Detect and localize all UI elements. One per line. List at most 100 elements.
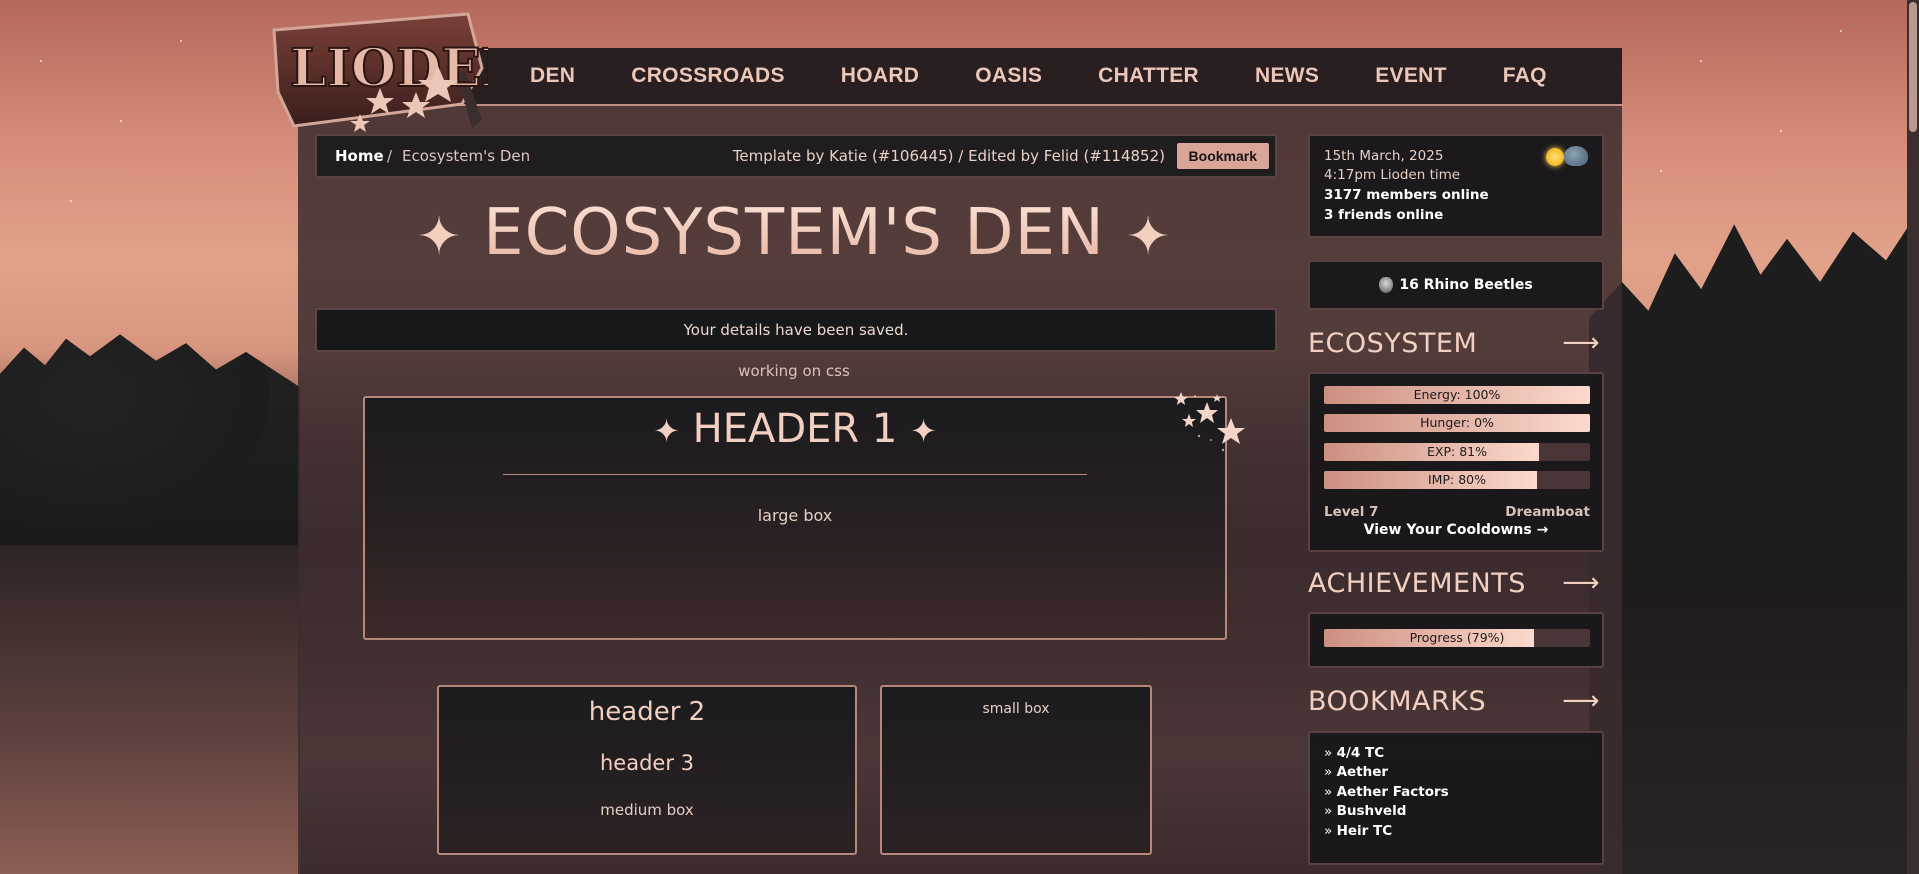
large-box-label: large box (757, 506, 833, 525)
bullet: » (1324, 764, 1333, 780)
time-panel: 15th March, 2025 4:17pm Lioden time 3177… (1308, 134, 1604, 238)
nav-den[interactable]: DEN (530, 64, 575, 88)
achievements-heading: ACHIEVEMENTS ⟶ (1308, 568, 1604, 599)
rank-text: Dreamboat (1505, 504, 1590, 520)
breadcrumb-bar: Home / Ecosystem's Den Template by Katie… (315, 134, 1277, 178)
nav-faq[interactable]: FAQ (1503, 64, 1547, 88)
exp-label: EXP: 81% (1427, 444, 1487, 459)
achievements-panel: Progress (79%) (1308, 612, 1604, 668)
sidebar: 15th March, 2025 4:17pm Lioden time 3177… (1308, 134, 1604, 874)
sparkle-icon: ✦ (417, 207, 462, 267)
logo-graphic: LIODEN (272, 12, 529, 132)
nav-oasis[interactable]: OASIS (975, 64, 1042, 88)
bookmark-label[interactable]: Aether Factors (1337, 784, 1449, 800)
imp-label: IMP: 80% (1428, 472, 1486, 487)
lake-left (0, 545, 300, 874)
bookmark-item[interactable]: » Aether (1324, 764, 1388, 780)
sun-icon (1546, 148, 1564, 166)
forest-left (0, 334, 300, 550)
bookmark-label[interactable]: Aether (1337, 764, 1388, 780)
star (70, 200, 72, 202)
energy-label: Energy: 100% (1413, 387, 1501, 402)
bookmark-item[interactable]: » Heir TC (1324, 823, 1392, 839)
achievement-progress-label: Progress (79%) (1409, 630, 1505, 645)
bookmark-button[interactable]: Bookmark (1176, 143, 1269, 169)
large-box: ✦ HEADER 1 ✦ large box (363, 392, 1245, 640)
bookmark-label[interactable]: Bushveld (1337, 803, 1407, 819)
lake-right (1589, 560, 1919, 874)
star (1700, 60, 1702, 62)
beetles-panel[interactable]: 16 Rhino Beetles (1308, 260, 1604, 310)
medium-box: header 2 header 3 medium box (437, 685, 857, 855)
header-1-text: HEADER 1 (692, 406, 898, 452)
star (40, 60, 42, 62)
nav-event[interactable]: EVENT (1375, 64, 1447, 88)
bookmark-item[interactable]: » Bushveld (1324, 803, 1406, 819)
decorative-stars-icon (1174, 392, 1245, 452)
bookmarks-heading: BOOKMARKS ⟶ (1308, 686, 1604, 717)
star (1780, 130, 1782, 132)
date-text: 15th March, 2025 (1324, 148, 1444, 164)
nav-list: DEN CROSSROADS HOARD OASIS CHATTER NEWS … (530, 48, 1547, 104)
star (120, 120, 122, 122)
small-box: small box (880, 685, 1152, 855)
save-notice: Your details have been saved. (315, 308, 1277, 352)
main-content: Home / Ecosystem's Den Template by Katie… (315, 134, 1277, 874)
ecosystem-heading: ECOSYSTEM ⟶ (1308, 328, 1604, 359)
friends-online[interactable]: 3 friends online (1324, 207, 1443, 223)
rhino-beetle-icon (1379, 277, 1394, 293)
bookmarks-panel: » 4/4 TC » Aether » Aether Factors » Bus… (1308, 731, 1604, 865)
template-credit: Template by Katie (#106445) / Edited by … (732, 147, 1165, 165)
breadcrumb-home-link[interactable]: Home (335, 147, 384, 165)
bookmark-label[interactable]: 4/4 TC (1337, 745, 1385, 761)
members-online[interactable]: 3177 members online (1324, 187, 1489, 203)
header-2: header 2 (588, 697, 706, 727)
scrollbar[interactable] (1907, 0, 1919, 874)
ecosystem-panel: Energy: 100% Hunger: 0% EXP: 81% IMP: 80… (1308, 372, 1604, 552)
header-divider (503, 474, 1087, 475)
hunger-bar: Hunger: 0% (1324, 414, 1590, 432)
bullet: » (1324, 784, 1333, 800)
page-title-text: ECOSYSTEM'S DEN (483, 196, 1105, 270)
star (1660, 170, 1662, 172)
cloud-icon (1564, 146, 1588, 166)
scrollbar-thumb[interactable] (1909, 2, 1917, 132)
hunger-label: Hunger: 0% (1420, 415, 1494, 430)
nav-hoard[interactable]: HOARD (841, 64, 920, 88)
star (1840, 30, 1842, 32)
star (180, 40, 182, 42)
bookmarks-title: BOOKMARKS (1308, 686, 1487, 717)
achievements-arrow-icon[interactable]: ⟶ (1562, 568, 1600, 598)
ecosystem-arrow-icon[interactable]: ⟶ (1562, 328, 1600, 358)
exp-bar: EXP: 81% (1324, 443, 1590, 461)
breadcrumb-separator: / (387, 147, 393, 165)
top-nav: DEN CROSSROADS HOARD OASIS CHATTER NEWS … (298, 48, 1622, 106)
achievement-progress-bar: Progress (79%) (1324, 629, 1590, 647)
achievements-title: ACHIEVEMENTS (1308, 568, 1526, 599)
time-text: 4:17pm Lioden time (1324, 167, 1461, 183)
nav-crossroads[interactable]: CROSSROADS (631, 64, 785, 88)
imp-bar: IMP: 80% (1324, 471, 1590, 489)
nav-news[interactable]: NEWS (1255, 64, 1319, 88)
bullet: » (1324, 823, 1333, 839)
header-3: header 3 (599, 751, 695, 775)
bullet: » (1324, 803, 1333, 819)
logo-text: LIODEN (290, 38, 488, 99)
sparkle-icon: ✦ (910, 412, 937, 450)
ecosystem-title: ECOSYSTEM (1308, 328, 1478, 359)
bullet: » (1324, 745, 1333, 761)
lioden-logo[interactable]: LIODEN (268, 8, 529, 136)
bookmark-item[interactable]: » 4/4 TC (1324, 745, 1384, 761)
sparkle-icon: ✦ (1126, 207, 1171, 267)
bookmarks-arrow-icon[interactable]: ⟶ (1562, 686, 1600, 716)
sparkle-icon: ✦ (653, 412, 680, 450)
bookmark-item[interactable]: » Aether Factors (1324, 784, 1449, 800)
beetle-count: 16 Rhino Beetles (1399, 277, 1533, 293)
working-note: working on css (738, 362, 850, 380)
forest-right (1589, 210, 1919, 570)
bookmark-label[interactable]: Heir TC (1337, 823, 1393, 839)
nav-chatter[interactable]: CHATTER (1098, 64, 1199, 88)
energy-bar: Energy: 100% (1324, 386, 1590, 404)
view-cooldowns-link[interactable]: View Your Cooldowns → (1310, 522, 1602, 538)
page-title: ✦ ECOSYSTEM'S DEN ✦ (315, 196, 1273, 270)
